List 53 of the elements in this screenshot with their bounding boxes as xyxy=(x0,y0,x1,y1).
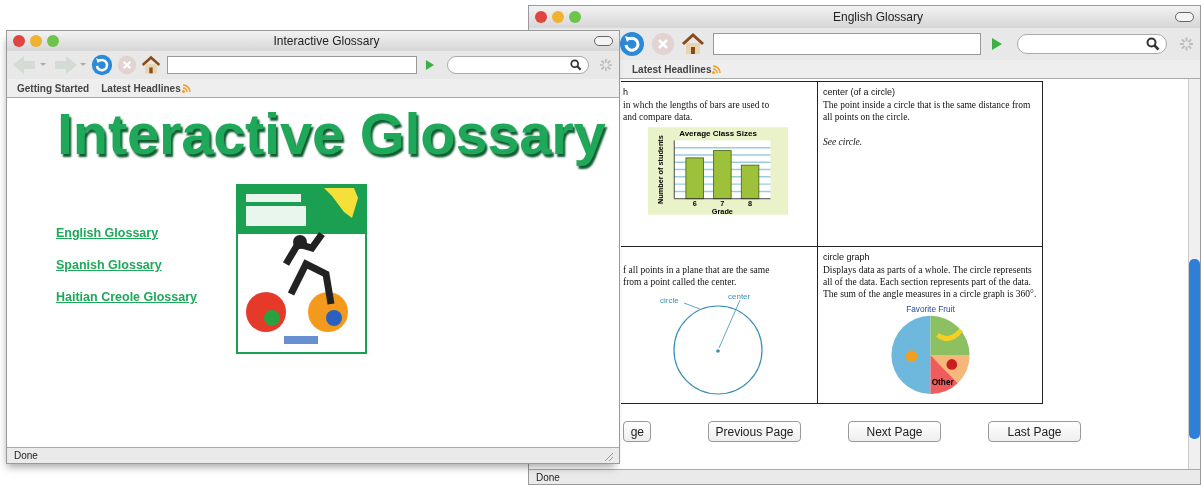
definition-text: in whch the lengths of bars are used to xyxy=(623,99,771,111)
rss-icon xyxy=(181,83,191,93)
toolbar-toggle-button[interactable] xyxy=(1175,12,1194,22)
minimize-button[interactable] xyxy=(552,11,564,23)
glossary-term: h xyxy=(623,87,629,99)
definition-text: and compare data. xyxy=(623,111,694,123)
toolbar-toggle-button[interactable] xyxy=(594,36,613,46)
status-text: Done xyxy=(536,471,560,483)
reload-icon[interactable] xyxy=(619,31,645,57)
search-icon xyxy=(570,59,583,71)
spinner-icon xyxy=(1179,36,1194,52)
home-icon[interactable] xyxy=(141,55,161,75)
glossary-term: circle graph xyxy=(823,252,871,264)
resize-grip-icon[interactable] xyxy=(603,450,613,461)
glossary-term: center (of a circle) xyxy=(823,87,897,99)
zoom-button[interactable] xyxy=(569,11,581,23)
window-title: Interactive Glossary xyxy=(272,34,381,48)
rss-icon xyxy=(712,64,722,74)
search-field[interactable] xyxy=(1017,34,1167,54)
page-button[interactable]: Previous Page xyxy=(708,421,801,442)
zoom-button[interactable] xyxy=(47,35,59,47)
diagram-label: center xyxy=(728,292,751,301)
search-icon xyxy=(1146,37,1160,51)
chart-title: Favorite Fruit xyxy=(906,305,955,315)
close-button[interactable] xyxy=(535,11,547,23)
window-title: English Glossary xyxy=(831,10,924,24)
slice-label: Other xyxy=(931,377,954,387)
cross-reference-text: See circle. xyxy=(823,137,864,147)
home-icon[interactable] xyxy=(681,32,705,56)
chart-title: Average Class Sizes xyxy=(679,129,757,138)
status-text: Done xyxy=(14,450,38,461)
address-field[interactable] xyxy=(713,33,982,55)
scrollbar-thumb[interactable] xyxy=(1189,259,1200,439)
search-field[interactable] xyxy=(447,56,590,74)
definition-text: Displays data as parts of a whole. The circle represents all of the data. Each section represents part of the data. The sum of the angle measures in a circle graph is 360°. xyxy=(823,264,1038,300)
close-button[interactable] xyxy=(13,35,25,47)
definition-text: The point inside a circle that is the same distance from all points on the circle. xyxy=(823,99,1032,123)
definition-text: f all points in a plane that are the same xyxy=(623,264,771,276)
page-button[interactable]: Next Page xyxy=(848,421,941,442)
minimize-button[interactable] xyxy=(30,35,42,47)
spinner-icon xyxy=(599,58,613,72)
definition-text: from a point called the center. xyxy=(623,276,738,288)
diagram-label: circle xyxy=(660,296,679,305)
scrollbar[interactable] xyxy=(1188,79,1200,469)
page-button[interactable]: ge xyxy=(623,421,651,442)
page-button[interactable]: Last Page xyxy=(988,421,1081,442)
stop-icon[interactable] xyxy=(651,32,675,56)
reload-icon[interactable] xyxy=(91,54,113,76)
address-field[interactable] xyxy=(167,56,418,74)
page-heading: Interactive Glossary xyxy=(57,104,607,164)
bookmark-link[interactable]: Latest Headlines xyxy=(632,63,712,75)
bookmark-link[interactable]: Latest Headlines xyxy=(101,82,181,94)
bookmark-link[interactable]: Getting Started xyxy=(17,82,90,94)
